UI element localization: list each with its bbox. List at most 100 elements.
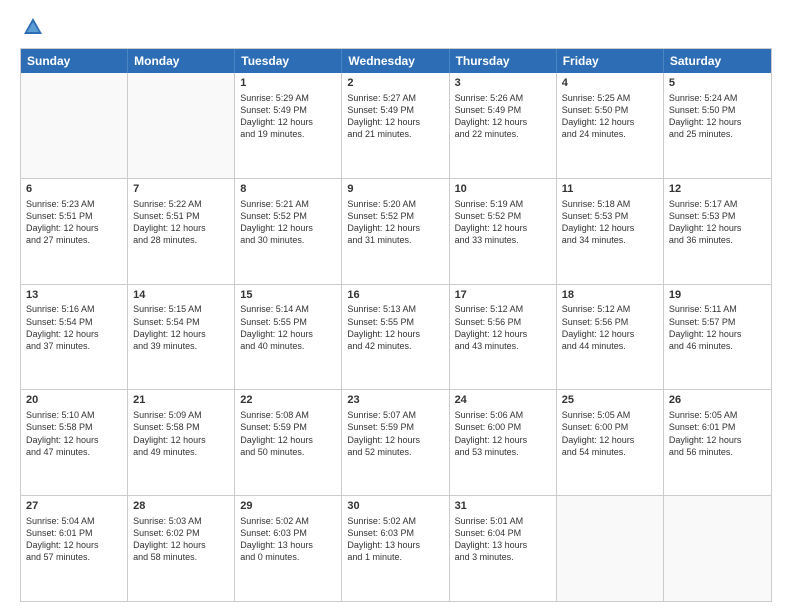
day-info: Sunrise: 5:10 AM Sunset: 5:58 PM Dayligh…: [26, 409, 122, 458]
day-info: Sunrise: 5:02 AM Sunset: 6:03 PM Dayligh…: [240, 515, 336, 564]
day-info: Sunrise: 5:17 AM Sunset: 5:53 PM Dayligh…: [669, 198, 766, 247]
logo-icon: [22, 16, 44, 38]
cal-cell-empty-0: [21, 73, 128, 178]
day-number: 24: [455, 393, 551, 408]
day-number: 31: [455, 499, 551, 514]
header-day-monday: Monday: [128, 49, 235, 73]
header-day-saturday: Saturday: [664, 49, 771, 73]
cal-cell-15: 15Sunrise: 5:14 AM Sunset: 5:55 PM Dayli…: [235, 285, 342, 390]
cal-cell-24: 24Sunrise: 5:06 AM Sunset: 6:00 PM Dayli…: [450, 390, 557, 495]
day-number: 27: [26, 499, 122, 514]
day-info: Sunrise: 5:23 AM Sunset: 5:51 PM Dayligh…: [26, 198, 122, 247]
day-number: 2: [347, 76, 443, 91]
header-day-sunday: Sunday: [21, 49, 128, 73]
cal-cell-28: 28Sunrise: 5:03 AM Sunset: 6:02 PM Dayli…: [128, 496, 235, 601]
cal-cell-3: 3Sunrise: 5:26 AM Sunset: 5:49 PM Daylig…: [450, 73, 557, 178]
day-info: Sunrise: 5:06 AM Sunset: 6:00 PM Dayligh…: [455, 409, 551, 458]
day-info: Sunrise: 5:03 AM Sunset: 6:02 PM Dayligh…: [133, 515, 229, 564]
week-row-1: 1Sunrise: 5:29 AM Sunset: 5:49 PM Daylig…: [21, 73, 771, 178]
day-info: Sunrise: 5:05 AM Sunset: 6:01 PM Dayligh…: [669, 409, 766, 458]
cal-cell-6: 6Sunrise: 5:23 AM Sunset: 5:51 PM Daylig…: [21, 179, 128, 284]
day-number: 16: [347, 288, 443, 303]
cal-cell-9: 9Sunrise: 5:20 AM Sunset: 5:52 PM Daylig…: [342, 179, 449, 284]
day-info: Sunrise: 5:26 AM Sunset: 5:49 PM Dayligh…: [455, 92, 551, 141]
cal-cell-17: 17Sunrise: 5:12 AM Sunset: 5:56 PM Dayli…: [450, 285, 557, 390]
day-info: Sunrise: 5:14 AM Sunset: 5:55 PM Dayligh…: [240, 303, 336, 352]
day-info: Sunrise: 5:22 AM Sunset: 5:51 PM Dayligh…: [133, 198, 229, 247]
day-number: 14: [133, 288, 229, 303]
day-number: 1: [240, 76, 336, 91]
day-number: 3: [455, 76, 551, 91]
day-number: 23: [347, 393, 443, 408]
cal-cell-13: 13Sunrise: 5:16 AM Sunset: 5:54 PM Dayli…: [21, 285, 128, 390]
cal-cell-16: 16Sunrise: 5:13 AM Sunset: 5:55 PM Dayli…: [342, 285, 449, 390]
cal-cell-8: 8Sunrise: 5:21 AM Sunset: 5:52 PM Daylig…: [235, 179, 342, 284]
cal-cell-31: 31Sunrise: 5:01 AM Sunset: 6:04 PM Dayli…: [450, 496, 557, 601]
cal-cell-12: 12Sunrise: 5:17 AM Sunset: 5:53 PM Dayli…: [664, 179, 771, 284]
day-info: Sunrise: 5:27 AM Sunset: 5:49 PM Dayligh…: [347, 92, 443, 141]
day-number: 22: [240, 393, 336, 408]
cal-cell-1: 1Sunrise: 5:29 AM Sunset: 5:49 PM Daylig…: [235, 73, 342, 178]
day-number: 4: [562, 76, 658, 91]
cal-cell-21: 21Sunrise: 5:09 AM Sunset: 5:58 PM Dayli…: [128, 390, 235, 495]
day-number: 7: [133, 182, 229, 197]
day-number: 19: [669, 288, 766, 303]
day-info: Sunrise: 5:11 AM Sunset: 5:57 PM Dayligh…: [669, 303, 766, 352]
cal-cell-7: 7Sunrise: 5:22 AM Sunset: 5:51 PM Daylig…: [128, 179, 235, 284]
day-number: 5: [669, 76, 766, 91]
cal-cell-30: 30Sunrise: 5:02 AM Sunset: 6:03 PM Dayli…: [342, 496, 449, 601]
week-row-5: 27Sunrise: 5:04 AM Sunset: 6:01 PM Dayli…: [21, 495, 771, 601]
day-number: 29: [240, 499, 336, 514]
cal-cell-10: 10Sunrise: 5:19 AM Sunset: 5:52 PM Dayli…: [450, 179, 557, 284]
day-number: 13: [26, 288, 122, 303]
day-info: Sunrise: 5:21 AM Sunset: 5:52 PM Dayligh…: [240, 198, 336, 247]
header-day-wednesday: Wednesday: [342, 49, 449, 73]
day-info: Sunrise: 5:01 AM Sunset: 6:04 PM Dayligh…: [455, 515, 551, 564]
cal-cell-empty-1: [128, 73, 235, 178]
day-info: Sunrise: 5:07 AM Sunset: 5:59 PM Dayligh…: [347, 409, 443, 458]
day-info: Sunrise: 5:12 AM Sunset: 5:56 PM Dayligh…: [562, 303, 658, 352]
page: SundayMondayTuesdayWednesdayThursdayFrid…: [0, 0, 792, 612]
day-number: 10: [455, 182, 551, 197]
day-number: 18: [562, 288, 658, 303]
cal-cell-20: 20Sunrise: 5:10 AM Sunset: 5:58 PM Dayli…: [21, 390, 128, 495]
cal-cell-4: 4Sunrise: 5:25 AM Sunset: 5:50 PM Daylig…: [557, 73, 664, 178]
header: [20, 16, 772, 38]
day-number: 6: [26, 182, 122, 197]
week-row-2: 6Sunrise: 5:23 AM Sunset: 5:51 PM Daylig…: [21, 178, 771, 284]
day-info: Sunrise: 5:04 AM Sunset: 6:01 PM Dayligh…: [26, 515, 122, 564]
day-info: Sunrise: 5:29 AM Sunset: 5:49 PM Dayligh…: [240, 92, 336, 141]
day-info: Sunrise: 5:24 AM Sunset: 5:50 PM Dayligh…: [669, 92, 766, 141]
day-number: 30: [347, 499, 443, 514]
cal-cell-25: 25Sunrise: 5:05 AM Sunset: 6:00 PM Dayli…: [557, 390, 664, 495]
day-info: Sunrise: 5:13 AM Sunset: 5:55 PM Dayligh…: [347, 303, 443, 352]
day-number: 20: [26, 393, 122, 408]
cal-cell-26: 26Sunrise: 5:05 AM Sunset: 6:01 PM Dayli…: [664, 390, 771, 495]
cal-cell-14: 14Sunrise: 5:15 AM Sunset: 5:54 PM Dayli…: [128, 285, 235, 390]
cal-cell-empty-5: [557, 496, 664, 601]
day-info: Sunrise: 5:08 AM Sunset: 5:59 PM Dayligh…: [240, 409, 336, 458]
day-info: Sunrise: 5:09 AM Sunset: 5:58 PM Dayligh…: [133, 409, 229, 458]
day-number: 15: [240, 288, 336, 303]
calendar-body: 1Sunrise: 5:29 AM Sunset: 5:49 PM Daylig…: [21, 73, 771, 601]
cal-cell-2: 2Sunrise: 5:27 AM Sunset: 5:49 PM Daylig…: [342, 73, 449, 178]
day-info: Sunrise: 5:16 AM Sunset: 5:54 PM Dayligh…: [26, 303, 122, 352]
day-number: 9: [347, 182, 443, 197]
day-number: 8: [240, 182, 336, 197]
header-day-thursday: Thursday: [450, 49, 557, 73]
day-info: Sunrise: 5:25 AM Sunset: 5:50 PM Dayligh…: [562, 92, 658, 141]
day-number: 11: [562, 182, 658, 197]
cal-cell-29: 29Sunrise: 5:02 AM Sunset: 6:03 PM Dayli…: [235, 496, 342, 601]
day-info: Sunrise: 5:02 AM Sunset: 6:03 PM Dayligh…: [347, 515, 443, 564]
day-number: 25: [562, 393, 658, 408]
cal-cell-19: 19Sunrise: 5:11 AM Sunset: 5:57 PM Dayli…: [664, 285, 771, 390]
day-info: Sunrise: 5:20 AM Sunset: 5:52 PM Dayligh…: [347, 198, 443, 247]
day-number: 28: [133, 499, 229, 514]
calendar: SundayMondayTuesdayWednesdayThursdayFrid…: [20, 48, 772, 602]
day-number: 17: [455, 288, 551, 303]
logo: [20, 16, 44, 38]
cal-cell-22: 22Sunrise: 5:08 AM Sunset: 5:59 PM Dayli…: [235, 390, 342, 495]
cal-cell-23: 23Sunrise: 5:07 AM Sunset: 5:59 PM Dayli…: [342, 390, 449, 495]
day-number: 12: [669, 182, 766, 197]
week-row-4: 20Sunrise: 5:10 AM Sunset: 5:58 PM Dayli…: [21, 389, 771, 495]
